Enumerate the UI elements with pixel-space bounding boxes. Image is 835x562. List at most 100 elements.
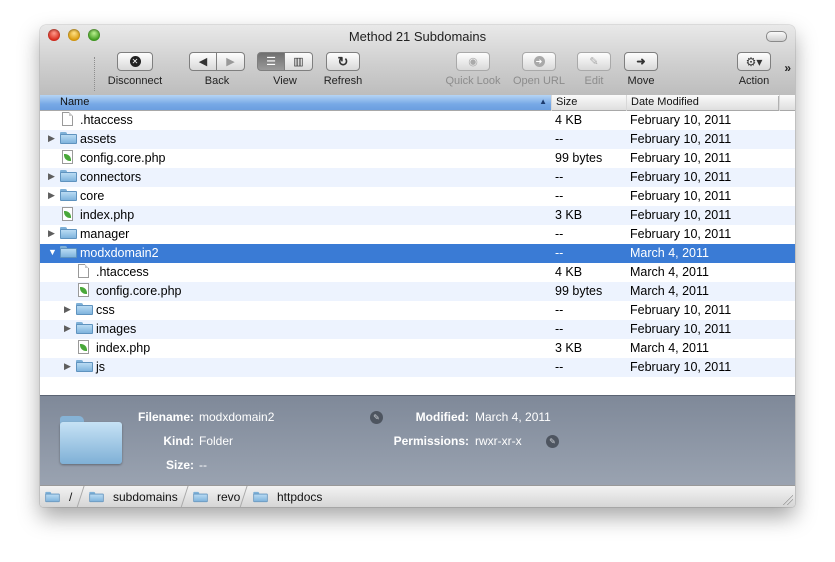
folder-icon (193, 491, 208, 503)
document-icon (78, 264, 89, 279)
path-crumb[interactable]: revo (192, 490, 240, 504)
file-date-modified: February 10, 2011 (630, 132, 732, 146)
path-crumb-label: subdomains (113, 490, 178, 504)
disclosure-collapsed-icon[interactable]: ▶ (64, 361, 71, 372)
action-label: Action (738, 75, 770, 87)
php-file-icon (78, 283, 89, 298)
file-name: config.core.php (80, 151, 166, 165)
move-label: Move (627, 75, 655, 87)
file-row[interactable]: index.php 3 KB February 10, 2011 (40, 206, 795, 225)
date-column-header[interactable]: Date Modified (627, 96, 779, 110)
path-crumb[interactable]: httpdocs (252, 490, 322, 504)
file-row[interactable]: .htaccess 4 KB February 10, 2011 (40, 111, 795, 130)
disclosure-collapsed-icon[interactable]: ▶ (48, 190, 55, 201)
size-column-header[interactable]: Size (552, 96, 627, 110)
file-size: -- (555, 246, 564, 260)
file-row[interactable]: ▶ js -- February 10, 2011 (40, 358, 795, 377)
quick-look-button[interactable]: ◉ Quick Look (441, 52, 505, 92)
path-crumb-label: httpdocs (277, 490, 323, 504)
file-date-modified: February 10, 2011 (630, 151, 732, 165)
path-separator (239, 486, 248, 507)
folder-icon (89, 491, 104, 503)
file-row[interactable]: ▶ connectors -- February 10, 2011 (40, 168, 795, 187)
file-name: modxdomain2 (80, 246, 159, 260)
file-size: 4 KB (555, 113, 583, 127)
open-url-icon: ➜ (533, 56, 545, 67)
file-row[interactable]: ▶ css -- February 10, 2011 (40, 301, 795, 320)
refresh-button[interactable]: ↻ Refresh (320, 52, 366, 92)
file-date-modified: February 10, 2011 (630, 227, 732, 241)
back-label: Back (204, 75, 230, 87)
quick-look-label: Quick Look (445, 75, 501, 87)
resize-grip-icon[interactable] (783, 495, 793, 505)
disclosure-expanded-icon[interactable]: ▼ (48, 247, 57, 257)
path-crumb[interactable]: / (44, 490, 72, 504)
pencil-icon: ✎ (589, 56, 599, 68)
forward-arrow-icon[interactable]: ▶ (217, 52, 245, 71)
back-forward-control[interactable]: ◀ ▶ Back (187, 52, 247, 92)
modified-value: March 4, 2011 (475, 410, 551, 424)
file-row[interactable]: .htaccess 4 KB March 4, 2011 (40, 263, 795, 282)
ftp-browser-window: Method 21 Subdomains ✕ Disconnect ◀ ▶ Ba… (40, 25, 795, 507)
path-crumb-label: revo (217, 490, 241, 504)
sort-ascending-icon: ▲ (539, 97, 547, 106)
file-date-modified: March 4, 2011 (630, 284, 709, 298)
chevron-right-double-icon[interactable]: » (784, 61, 791, 75)
file-date-modified: February 10, 2011 (630, 303, 732, 317)
path-bar: / subdomains revo httpdocs (40, 485, 795, 507)
size-value: -- (199, 458, 207, 472)
back-arrow-icon[interactable]: ◀ (189, 52, 217, 71)
file-name: assets (80, 132, 117, 146)
file-row[interactable]: index.php 3 KB March 4, 2011 (40, 339, 795, 358)
file-row[interactable]: config.core.php 99 bytes March 4, 2011 (40, 282, 795, 301)
kind-label: Kind: (163, 434, 194, 448)
file-name: css (96, 303, 115, 317)
php-file-icon (78, 340, 89, 355)
list-view-icon[interactable]: ☰ (257, 52, 285, 71)
folder-icon (76, 303, 93, 315)
file-size: 4 KB (555, 265, 583, 279)
column-view-icon[interactable]: ▥ (285, 52, 313, 71)
edit-permissions-icon[interactable]: ✎ (546, 435, 559, 448)
disclosure-collapsed-icon[interactable]: ▶ (64, 304, 71, 315)
eye-icon: ◉ (468, 56, 478, 68)
name-column-header[interactable]: Name ▲ (40, 95, 552, 110)
file-row[interactable]: config.core.php 99 bytes February 10, 2011 (40, 149, 795, 168)
edit-button[interactable]: ✎ Edit (576, 52, 612, 92)
file-row[interactable]: ▶ core -- February 10, 2011 (40, 187, 795, 206)
folder-icon (60, 170, 77, 182)
toolbar-toggle-button[interactable] (766, 31, 787, 42)
view-control[interactable]: ☰ ▥ View (256, 52, 314, 92)
document-icon (62, 112, 73, 127)
path-crumb[interactable]: subdomains (88, 490, 178, 504)
refresh-icon: ↻ (337, 53, 349, 69)
disconnect-button[interactable]: ✕ Disconnect (100, 52, 170, 92)
php-file-icon (62, 150, 73, 165)
disclosure-collapsed-icon[interactable]: ▶ (48, 133, 55, 144)
file-name: .htaccess (80, 113, 133, 127)
path-separator (76, 486, 85, 507)
disclosure-collapsed-icon[interactable]: ▶ (64, 323, 71, 334)
action-menu-button[interactable]: ⚙▾ Action (735, 52, 773, 92)
open-url-button[interactable]: ➜ Open URL (510, 52, 568, 92)
file-row[interactable]: ▼ modxdomain2 -- March 4, 2011 (40, 244, 795, 263)
folder-icon (60, 189, 77, 201)
file-name: js (96, 360, 106, 374)
move-arrow-icon: ➜ (636, 56, 646, 68)
filename-value: modxdomain2 (199, 410, 275, 424)
file-size: 3 KB (555, 208, 583, 222)
file-date-modified: March 4, 2011 (630, 341, 709, 355)
file-row[interactable]: ▶ manager -- February 10, 2011 (40, 225, 795, 244)
file-size: -- (555, 322, 564, 336)
file-row[interactable]: ▶ images -- February 10, 2011 (40, 320, 795, 339)
path-crumb-label: / (69, 490, 73, 504)
php-file-icon (62, 207, 73, 222)
file-row[interactable]: ▶ assets -- February 10, 2011 (40, 130, 795, 149)
modified-label: Modified: (415, 410, 469, 424)
move-button[interactable]: ➜ Move (622, 52, 660, 92)
refresh-label: Refresh (323, 75, 363, 87)
file-name: connectors (80, 170, 142, 184)
disclosure-collapsed-icon[interactable]: ▶ (48, 228, 55, 239)
disclosure-collapsed-icon[interactable]: ▶ (48, 171, 55, 182)
window-title: Method 21 Subdomains (348, 29, 487, 44)
